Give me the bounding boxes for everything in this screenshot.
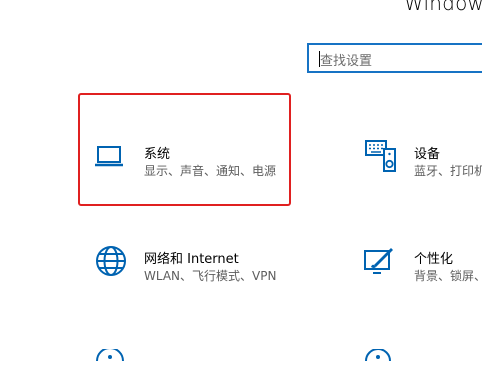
tile-description: 背景、锁屏、 [414, 269, 482, 283]
search-box[interactable]: 查找设置 [307, 43, 482, 73]
tile-label: 个性化 [414, 252, 454, 267]
highlight-frame [78, 93, 291, 206]
window-title: Windows [404, 0, 482, 15]
paint-brush-icon [363, 245, 395, 281]
tile-personalization[interactable]: 个性化 背景、锁屏、 [350, 228, 482, 318]
tile-label: 设备 [414, 147, 441, 162]
globe-icon [95, 245, 127, 281]
tile-description: WLAN、飞行模式、VPN [144, 269, 277, 283]
tile-label: 网络和 Internet [144, 252, 239, 267]
tile-network[interactable]: 网络和 Internet WLAN、飞行模式、VPN [80, 228, 289, 318]
partial-tile-label [415, 350, 475, 356]
tile-devices[interactable]: 设备 蓝牙、打印机 [350, 95, 482, 204]
search-input[interactable]: 查找设置 [320, 50, 372, 69]
tile-description: 蓝牙、打印机 [414, 164, 482, 178]
keyboard-speaker-icon [364, 140, 398, 176]
partial-tile-label [145, 350, 175, 356]
